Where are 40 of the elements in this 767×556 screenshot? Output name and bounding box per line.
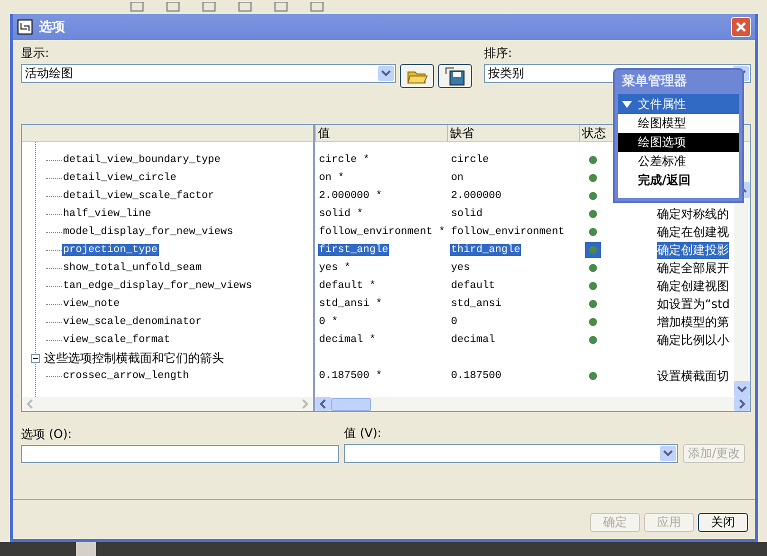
display-label: 显示: [21,46,50,60]
value-text: circle * [318,154,370,166]
description-text: 确定创建视图 [657,278,729,294]
value-text: std_ansi * [318,298,384,310]
menu-manager-title: 菜单管理器 [621,73,688,91]
default-text: yes [450,262,471,274]
default-text: 0.187500 [450,370,502,382]
default-text: default [450,280,496,292]
option-label: 选项 (O): [21,427,73,441]
value-text: solid * [318,208,364,220]
default-text: on [450,172,465,184]
description-text: 增加模型的第 [657,314,729,330]
description-text: 设置横截面切 [657,368,729,384]
value-text: yes * [318,262,352,274]
value-text: first_angle [318,244,390,256]
value-text: decimal * [318,334,377,346]
description-text: 确定在创建视 [657,224,729,240]
default-text: follow_environment [450,226,566,238]
default-text: 2.000000 [450,190,502,202]
description-text: 确定比例以小 [657,332,729,348]
description-text: 如设置为“std [657,296,730,312]
value-text: 2.000000 * [318,190,384,202]
default-text: std_ansi [450,298,502,310]
default-text: circle [450,154,490,166]
group-label: 这些选项控制横截面和它们的箭头 [44,350,224,366]
value-text: follow_environment * [318,226,446,238]
default-text: third_angle [450,244,522,256]
sort-label: 排序: [484,46,514,60]
value-text: on * [318,172,346,184]
value-text: 0 * [318,316,339,328]
description-text: 确定创建投影 [657,242,729,258]
description-text: 确定对称线的 [657,206,729,222]
default-text: decimal [450,334,496,346]
description-text: 确定全部展开 [657,260,729,276]
default-text: 0 [450,316,458,328]
default-text: solid [450,208,484,220]
value-label: 值 (V): [344,426,382,440]
window-title: 选项 [39,19,66,36]
value-text: default * [318,280,377,292]
value-text: 0.187500 * [318,370,384,382]
